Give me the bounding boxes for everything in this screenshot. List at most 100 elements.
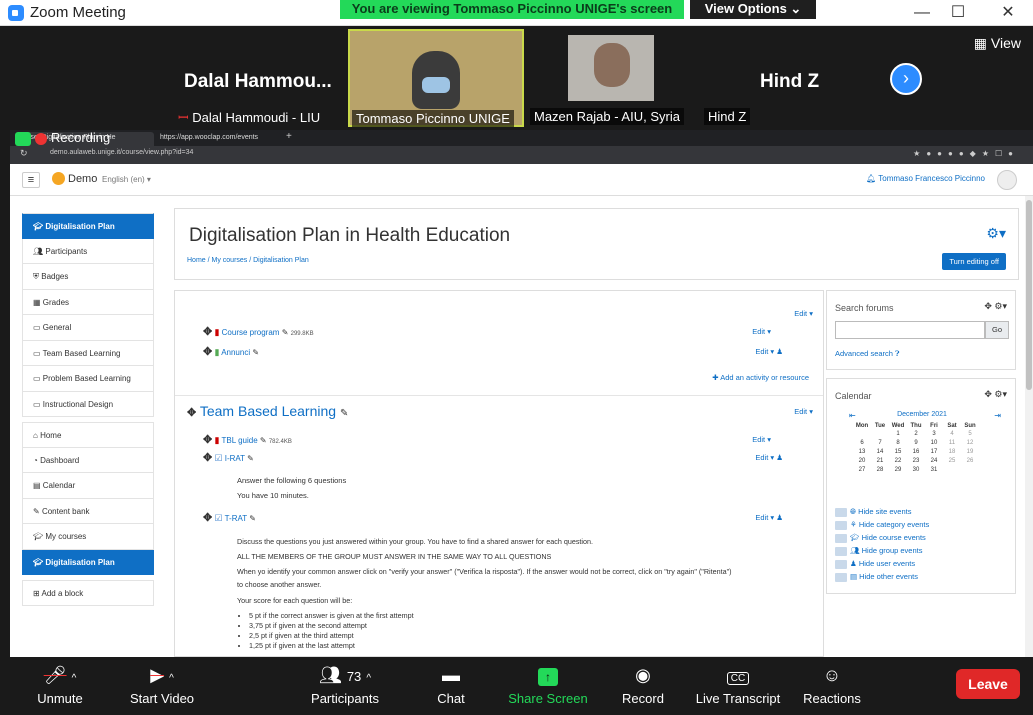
calendar-day[interactable]: 9 bbox=[907, 438, 925, 447]
view-button[interactable]: ▦ View bbox=[974, 35, 1021, 52]
gear-icon[interactable]: ⚙▾ bbox=[986, 225, 1006, 242]
edit-menu[interactable]: Edit ▾ bbox=[752, 435, 771, 444]
calendar-day[interactable]: 7 bbox=[871, 438, 889, 447]
calendar-day[interactable]: 1 bbox=[889, 429, 907, 438]
drawer-item[interactable]: 🎓︎ Digitalisation Plan bbox=[22, 213, 154, 239]
edit-menu[interactable]: Edit ▾ bbox=[794, 309, 813, 318]
site-name[interactable]: Demo bbox=[68, 173, 97, 185]
drawer-item[interactable]: 🎓︎ Digitalisation Plan bbox=[22, 549, 154, 575]
calendar-day[interactable]: 24 bbox=[925, 456, 943, 465]
pencil-icon[interactable]: ✎ bbox=[252, 348, 259, 357]
calendar-day[interactable]: 30 bbox=[907, 465, 925, 474]
calendar-day[interactable]: 28 bbox=[871, 465, 889, 474]
calendar-day[interactable]: 25 bbox=[943, 456, 961, 465]
add-block-button[interactable]: ⊞ Add a block bbox=[22, 580, 154, 606]
calendar-day[interactable]: 20 bbox=[853, 456, 871, 465]
calendar-day[interactable]: 27 bbox=[853, 465, 871, 474]
calendar-day[interactable]: 22 bbox=[889, 456, 907, 465]
calendar-day[interactable]: 2 bbox=[907, 429, 925, 438]
drawer-item[interactable]: ⌂ Home bbox=[22, 422, 154, 448]
legend-item[interactable]: 🌐︎ Hide site events bbox=[835, 505, 929, 518]
pencil-icon[interactable]: ✎ bbox=[249, 514, 256, 523]
participant-tile[interactable]: Hind Z Hind Z bbox=[702, 29, 874, 127]
language-menu[interactable]: English (en) ▾ bbox=[102, 175, 151, 184]
add-activity-link[interactable]: ✚ Add an activity or resource bbox=[712, 373, 809, 382]
calendar-day[interactable]: 14 bbox=[871, 447, 889, 456]
advanced-search-link[interactable]: Advanced search ❓︎ bbox=[835, 349, 900, 359]
hamburger-icon[interactable]: ≡ bbox=[22, 172, 40, 188]
calendar-day[interactable]: 31 bbox=[925, 465, 943, 474]
drawer-item[interactable]: ▭ General bbox=[22, 315, 154, 341]
drawer-item[interactable]: ▭ Team Based Learning bbox=[22, 340, 154, 366]
drawer-item[interactable]: ▭ Problem Based Learning bbox=[22, 366, 154, 392]
drawer-item[interactable]: ✎ Content bank bbox=[22, 498, 154, 524]
breadcrumb[interactable]: Home / My courses / Digitalisation Plan bbox=[187, 257, 309, 264]
calendar-day[interactable]: 16 bbox=[907, 447, 925, 456]
calendar-day[interactable]: 8 bbox=[889, 438, 907, 447]
calendar-day[interactable]: 21 bbox=[871, 456, 889, 465]
pencil-icon[interactable]: ✎ bbox=[282, 328, 289, 337]
edit-menu[interactable]: Edit ▾ bbox=[752, 327, 771, 336]
drawer-item[interactable]: ▤ Calendar bbox=[22, 473, 154, 499]
share-screen-button[interactable]: ↑ Share Screen bbox=[506, 657, 590, 715]
edit-menu[interactable]: Edit ▾ bbox=[794, 407, 813, 416]
next-month-icon[interactable]: ⇥ bbox=[994, 411, 1001, 420]
extension-icons[interactable]: ★●●●●◆★☐● bbox=[913, 149, 1019, 158]
calendar-day[interactable]: 6 bbox=[853, 438, 871, 447]
move-icon[interactable]: ✥ bbox=[203, 346, 212, 358]
drawer-item[interactable]: 🎓︎ My courses bbox=[22, 524, 154, 550]
calendar-day[interactable]: 15 bbox=[889, 447, 907, 456]
bell-icon[interactable]: 🔔︎ bbox=[866, 174, 876, 183]
calendar-day[interactable]: 17 bbox=[925, 447, 943, 456]
calendar-day[interactable]: 10 bbox=[925, 438, 943, 447]
unmute-button[interactable]: 🎤︎ ^ Unmute bbox=[20, 657, 100, 715]
edit-menu[interactable]: Edit ▾ ♟ bbox=[755, 347, 783, 356]
edit-menu[interactable]: Edit ▾ ♟ bbox=[755, 453, 783, 462]
start-video-button[interactable]: ▶︎ ^ Start Video bbox=[122, 657, 202, 715]
calendar-day[interactable]: 4 bbox=[943, 429, 961, 438]
annunci-link[interactable]: Annunci bbox=[221, 348, 250, 357]
calendar-day[interactable]: 29 bbox=[889, 465, 907, 474]
calendar-day[interactable]: 12 bbox=[961, 438, 979, 447]
reactions-button[interactable]: ☺ Reactions bbox=[792, 657, 872, 715]
calendar-day[interactable]: 23 bbox=[907, 456, 925, 465]
calendar-day[interactable]: 19 bbox=[961, 447, 979, 456]
move-icon[interactable]: ✥ bbox=[203, 326, 212, 338]
minimize-icon[interactable]: — bbox=[904, 2, 940, 24]
participant-tile[interactable]: Dalal Hammou... ꟷ Dalal Hammoudi - LIU bbox=[174, 29, 346, 127]
block-actions-icon[interactable]: ✥ ⚙▾ bbox=[984, 389, 1007, 400]
participants-button[interactable]: 👥︎ 73 ^ Participants bbox=[300, 657, 390, 715]
block-actions-icon[interactable]: ✥ ⚙▾ bbox=[984, 301, 1007, 312]
drawer-item[interactable]: ⛨ Badges bbox=[22, 264, 154, 290]
browser-tab[interactable]: https://app.wooclap.com/events bbox=[156, 132, 280, 146]
course-program-link[interactable]: Course program bbox=[222, 328, 280, 337]
next-page-button[interactable]: › bbox=[890, 63, 922, 95]
new-tab-icon[interactable]: + bbox=[286, 131, 292, 142]
pencil-icon[interactable]: ✎ bbox=[340, 408, 348, 419]
tbl-guide-link[interactable]: TBL guide bbox=[221, 436, 257, 445]
legend-item[interactable]: ♟ Hide user events bbox=[835, 557, 929, 570]
calendar-day[interactable]: 5 bbox=[961, 429, 979, 438]
drawer-item[interactable]: 👥︎ Participants bbox=[22, 238, 154, 264]
maximize-icon[interactable]: ☐ bbox=[940, 2, 976, 24]
drawer-item[interactable]: ▭ Instructional Design bbox=[22, 391, 154, 417]
scrollbar[interactable] bbox=[1025, 196, 1033, 657]
active-speaker-tile[interactable]: Tommaso Piccinno UNIGE bbox=[348, 29, 524, 127]
calendar-day[interactable]: 26 bbox=[961, 456, 979, 465]
move-icon[interactable]: ✥ bbox=[187, 407, 196, 419]
participant-tile[interactable]: Mazen Rajab - AIU, Syria bbox=[528, 29, 700, 127]
calendar-day[interactable]: 11 bbox=[943, 438, 961, 447]
move-icon[interactable]: ✥ bbox=[203, 512, 212, 524]
trat-link[interactable]: T-RAT bbox=[225, 514, 247, 523]
search-input[interactable] bbox=[835, 321, 985, 339]
leave-button[interactable]: Leave bbox=[956, 669, 1020, 699]
month-title[interactable]: December 2021 bbox=[887, 411, 957, 418]
irat-link[interactable]: I-RAT bbox=[225, 454, 245, 463]
turn-editing-off-button[interactable]: Turn editing off bbox=[942, 253, 1006, 270]
scrollbar-thumb[interactable] bbox=[1026, 200, 1032, 390]
pencil-icon[interactable]: ✎ bbox=[247, 454, 254, 463]
prev-month-icon[interactable]: ⇤ bbox=[849, 411, 856, 420]
move-icon[interactable]: ✥ bbox=[203, 434, 212, 446]
calendar-day[interactable]: 3 bbox=[925, 429, 943, 438]
record-button[interactable]: ◉ Record bbox=[603, 657, 683, 715]
